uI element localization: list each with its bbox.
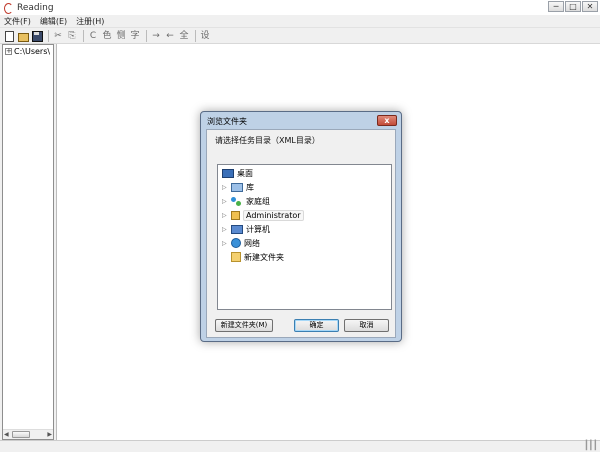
folder-icon xyxy=(231,252,241,262)
toolbar-separator xyxy=(146,29,147,42)
settings-icon[interactable]: 设 xyxy=(199,30,211,42)
tree-item-label: 库 xyxy=(246,182,254,192)
toolbar-separator xyxy=(195,29,196,42)
dialog-title: 浏览文件夹 xyxy=(207,117,247,126)
tree-item-label: 家庭组 xyxy=(246,196,270,206)
copy-icon[interactable]: ⎘ xyxy=(66,30,78,42)
scroll-left-icon[interactable]: ◀ xyxy=(4,431,9,438)
save-icon[interactable] xyxy=(31,30,43,42)
homegroup-icon xyxy=(231,196,243,206)
tree-item-administrator[interactable]: ▷ Administrator xyxy=(222,209,304,221)
tree-item-label: 新建文件夹 xyxy=(244,252,284,262)
expand-arrow-icon[interactable]: ▷ xyxy=(222,212,229,219)
expand-arrow-icon[interactable]: ▷ xyxy=(222,184,229,191)
folder-tree[interactable]: 桌面 ▷ 库 ▷ 家庭组 ▷ Administrator ▷ 计算机 ▷ 网络 … xyxy=(217,164,392,310)
cancel-button[interactable]: 取消 xyxy=(344,319,389,332)
close-button[interactable]: ✕ xyxy=(582,1,598,12)
toolbar-separator xyxy=(83,29,84,42)
user-folder-icon xyxy=(231,210,240,220)
tree-item-label: 计算机 xyxy=(246,224,270,234)
network-icon xyxy=(231,238,241,248)
desktop-icon xyxy=(222,168,234,178)
menu-file[interactable]: 文件(F) xyxy=(4,16,31,27)
resize-grip-icon[interactable]: ┃┃┃ xyxy=(584,441,598,451)
app-logo-icon xyxy=(3,2,13,14)
new-file-icon[interactable] xyxy=(3,30,15,42)
new-folder-button[interactable]: 新建文件夹(M) xyxy=(215,319,273,332)
toolbar: ✂ ⎘ C 色 恻 字 → ← 全 设 xyxy=(0,27,600,44)
tree-item-network[interactable]: ▷ 网络 xyxy=(222,237,260,249)
computer-icon xyxy=(231,224,243,234)
menu-register[interactable]: 注册(H) xyxy=(76,16,104,27)
tree-root-label: C:\Users\ xyxy=(14,47,51,56)
tree-item-label: Administrator xyxy=(243,209,304,221)
dialog-body: 请选择任务目录（XML目录） 桌面 ▷ 库 ▷ 家庭组 ▷ Administra… xyxy=(206,129,396,338)
minimize-button[interactable]: ─ xyxy=(548,1,564,12)
tree-item-computer[interactable]: ▷ 计算机 xyxy=(222,223,270,235)
menu-edit[interactable]: 编辑(E) xyxy=(40,16,67,27)
tree-root-node[interactable]: + C:\Users\ xyxy=(5,47,53,56)
scroll-right-icon[interactable]: ▶ xyxy=(47,431,52,438)
char-icon[interactable]: 字 xyxy=(129,30,141,42)
cut-icon[interactable]: ✂ xyxy=(52,30,64,42)
menu-bar: 文件(F) 编辑(E) 注册(H) xyxy=(0,15,600,27)
expand-icon[interactable]: + xyxy=(5,48,12,55)
title-bar: Reading ─ □ ✕ xyxy=(0,0,600,15)
expand-arrow-icon[interactable]: ▷ xyxy=(222,240,229,247)
window-controls: ─ □ ✕ xyxy=(548,1,598,12)
status-bar: ┃┃┃ xyxy=(0,440,600,452)
browse-folder-dialog: 浏览文件夹 x 请选择任务目录（XML目录） 桌面 ▷ 库 ▷ 家庭组 ▷ Ad… xyxy=(200,111,402,342)
back-icon[interactable]: ← xyxy=(164,30,176,42)
maximize-button[interactable]: □ xyxy=(565,1,581,12)
expand-arrow-icon[interactable]: ▷ xyxy=(222,226,229,233)
forward-icon[interactable]: → xyxy=(150,30,162,42)
tree-item-new-folder[interactable]: 新建文件夹 xyxy=(231,251,284,263)
tree-item-library[interactable]: ▷ 库 xyxy=(222,181,254,193)
directory-tree-panel: + C:\Users\ ◀ ▶ xyxy=(2,44,54,440)
scroll-thumb[interactable] xyxy=(12,431,30,438)
dialog-prompt: 请选择任务目录（XML目录） xyxy=(215,136,320,145)
horizontal-scrollbar[interactable]: ◀ ▶ xyxy=(3,429,53,439)
compare-icon[interactable]: 恻 xyxy=(115,30,127,42)
all-icon[interactable]: 全 xyxy=(178,30,190,42)
dialog-close-button[interactable]: x xyxy=(377,115,397,126)
toolbar-separator xyxy=(48,29,49,42)
library-icon xyxy=(231,182,243,192)
color-icon[interactable]: 色 xyxy=(101,30,113,42)
convert-c-icon[interactable]: C xyxy=(87,30,99,42)
open-folder-icon[interactable] xyxy=(17,30,29,42)
expand-arrow-icon[interactable]: ▷ xyxy=(222,198,229,205)
window-title: Reading xyxy=(17,2,54,13)
tree-item-desktop[interactable]: 桌面 xyxy=(222,167,253,179)
ok-button[interactable]: 确定 xyxy=(294,319,339,332)
tree-item-label: 桌面 xyxy=(237,168,253,178)
tree-item-label: 网络 xyxy=(244,238,260,248)
tree-item-homegroup[interactable]: ▷ 家庭组 xyxy=(222,195,270,207)
